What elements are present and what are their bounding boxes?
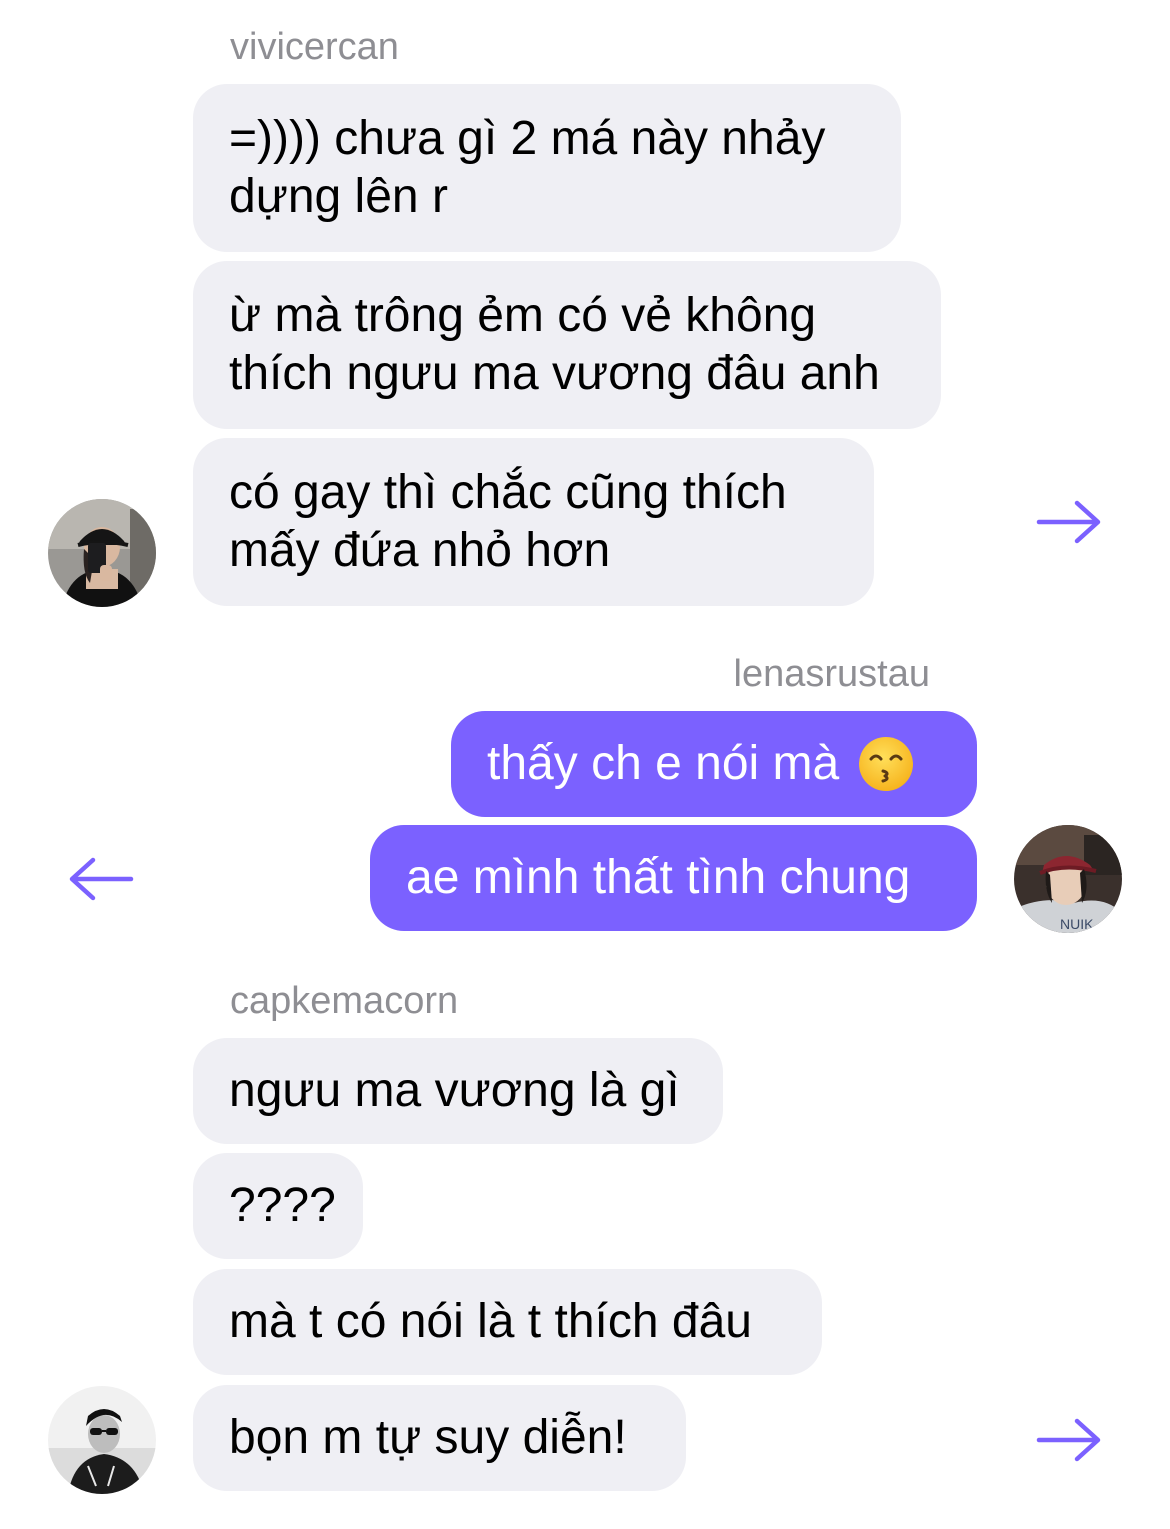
message-bubble[interactable]: bọn m tự suy diễn! (193, 1385, 686, 1491)
message-text: =)))) chưa gì 2 má này nhảy dựng lên r (229, 112, 826, 223)
sender-name: capkemacorn (230, 980, 459, 1022)
message-bubble[interactable]: ừ mà trông ẻm có vẻ không thích ngưu ma … (193, 261, 941, 429)
message-text: ừ mà trông ẻm có vẻ không thích ngưu ma … (229, 289, 880, 400)
arrow-left-icon[interactable] (68, 857, 134, 901)
sender-name: lenasrustau (733, 653, 930, 695)
message-text: mà t có nói là t thích đâu (229, 1295, 752, 1348)
message-bubble[interactable]: mà t có nói là t thích đâu (193, 1269, 822, 1375)
arrow-right-icon[interactable] (1036, 500, 1102, 544)
message-bubble[interactable]: ???? (193, 1153, 363, 1259)
message-text: ???? (229, 1179, 336, 1232)
avatar-photo-woman-dark-cap (48, 499, 156, 607)
message-bubble[interactable]: ngưu ma vương là gì (193, 1038, 723, 1144)
message-bubble[interactable]: ae mình thất tình chung (370, 825, 977, 931)
avatar-photo-sunglasses-bw (48, 1386, 156, 1494)
avatar[interactable]: NUIK (1014, 825, 1122, 933)
kissing-face-smiling-eyes-emoji (859, 737, 914, 791)
message-bubble[interactable]: =)))) chưa gì 2 má này nhảy dựng lên r (193, 84, 901, 252)
message-text: bọn m tự suy diễn! (229, 1411, 627, 1464)
arrow-right-icon[interactable] (1036, 1418, 1102, 1462)
avatar-photo-red-cap: NUIK (1014, 825, 1122, 933)
svg-text:NUIK: NUIK (1060, 916, 1094, 932)
avatar[interactable] (48, 499, 156, 607)
message-text: ae mình thất tình chung (406, 851, 911, 904)
message-text: có gay thì chắc cũng thích mấy đứa nhỏ h… (229, 466, 787, 577)
message-text: ngưu ma vương là gì (229, 1064, 680, 1117)
message-text: thấy ch e nói mà (487, 737, 840, 790)
message-bubble[interactable]: có gay thì chắc cũng thích mấy đứa nhỏ h… (193, 438, 874, 606)
sender-name: vivicercan (230, 26, 399, 68)
avatar[interactable] (48, 1386, 156, 1494)
message-bubble[interactable]: thấy ch e nói mà (451, 711, 977, 817)
